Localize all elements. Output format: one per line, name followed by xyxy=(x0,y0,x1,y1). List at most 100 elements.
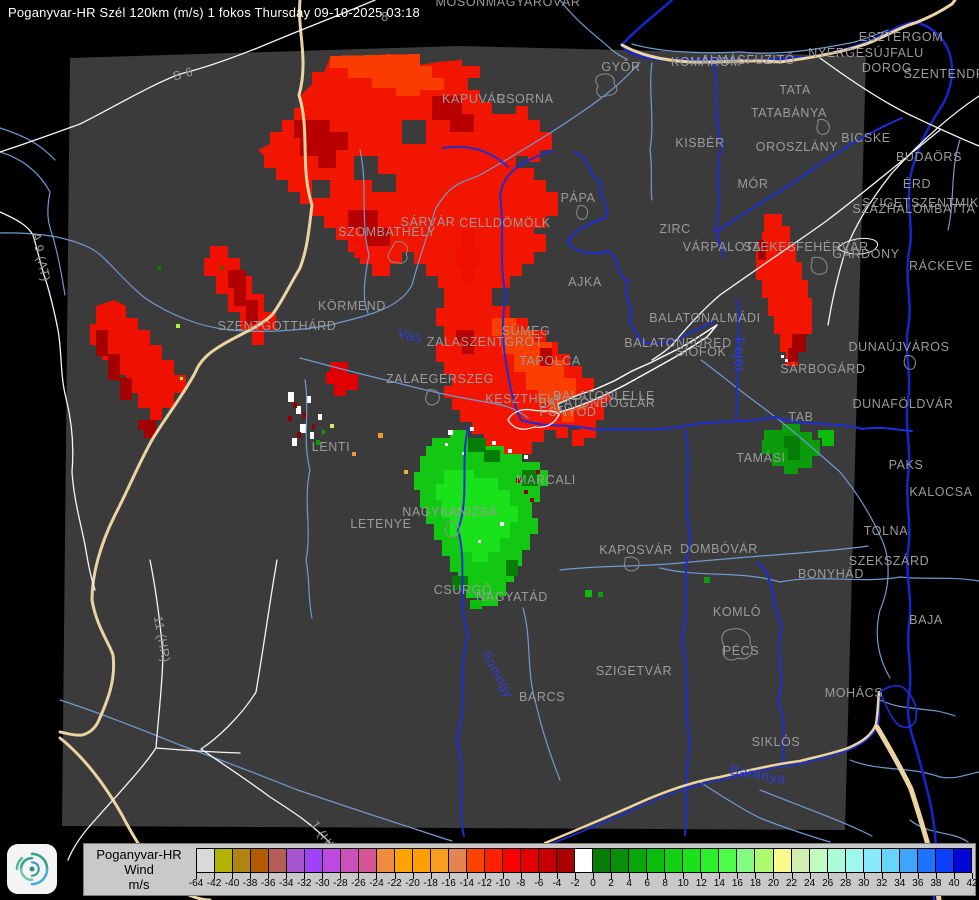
map-label: SZÁZHALOMBATTA xyxy=(852,201,975,216)
scale-cell xyxy=(862,849,881,872)
map-label: BUDAÖRS xyxy=(896,150,962,164)
legend-product-name: Poganyvar-HR xyxy=(96,847,182,862)
scale-tick-label: -20 xyxy=(405,878,420,889)
scale-tick-label: 28 xyxy=(840,878,852,889)
scale-tick-label: -4 xyxy=(552,878,562,889)
scale-tick-label: -38 xyxy=(242,878,258,889)
legend-unit: m/s xyxy=(128,877,150,892)
scale-tick-label: -16 xyxy=(441,878,456,889)
map-label: DUNAFÖLDVÁR xyxy=(852,396,953,411)
scale-cell xyxy=(592,849,611,872)
scale-cell xyxy=(520,849,539,872)
scale-tick-label: 22 xyxy=(785,878,798,889)
scale-cell xyxy=(898,849,917,872)
scale-cell xyxy=(448,849,467,872)
scale-cell xyxy=(466,849,485,872)
scale-cell xyxy=(628,849,647,872)
scale-tick-label: -28 xyxy=(333,878,348,889)
scale-cell xyxy=(952,849,971,872)
map-label: BICSKE xyxy=(841,131,890,145)
scale-tick-label: -26 xyxy=(351,878,366,889)
scale-tick-label: -22 xyxy=(387,878,402,889)
scale-tick-label: 40 xyxy=(948,878,960,889)
map-label: CSORNA xyxy=(496,92,553,106)
color-scale-cells xyxy=(196,848,972,873)
color-scale-labels: -64 -42 -40 -38 -36 -34 -32 -30 -28 -26 -24 -22 -20-… xyxy=(189,878,978,892)
map-label: BALATONALMÁDI xyxy=(649,310,761,325)
map-label: SZIGETVÁR xyxy=(596,663,672,678)
legend-variable: Wind xyxy=(124,862,154,877)
scale-tick-label: 32 xyxy=(876,878,888,889)
scale-tick-label: -42 xyxy=(206,878,222,889)
map-label: ESZTERGOM xyxy=(859,30,944,44)
map-label: TAPOLCA xyxy=(519,354,581,368)
scale-tick-label: 38 xyxy=(930,878,942,889)
scale-cell xyxy=(844,849,863,872)
map-label: Fejér xyxy=(732,338,748,373)
scale-tick-label: 34 xyxy=(894,878,906,889)
scale-tick-label: 0 xyxy=(590,878,596,889)
scale-cell xyxy=(268,849,287,872)
scale-tick-label: 18 xyxy=(749,878,761,889)
scale-tick-label: -32 xyxy=(297,878,312,889)
scale-cell xyxy=(214,849,233,872)
map-label: OROSZLÁNY xyxy=(756,139,839,154)
legend-panel: Poganyvar-HR Wind m/s -64 -42 -40 -38 -36 -34… xyxy=(83,843,978,896)
scale-tick-label: 24 xyxy=(804,878,816,889)
scale-cell xyxy=(610,849,629,872)
map-label: BARCS xyxy=(519,690,565,704)
scale-cell xyxy=(197,849,215,872)
map-label: BONYHÁD xyxy=(798,566,864,581)
map-label: PÉCS xyxy=(723,643,759,658)
map-label: MÓR xyxy=(738,176,769,191)
scale-cell xyxy=(664,849,683,872)
wind-spiral-icon xyxy=(15,852,49,886)
scale-cell xyxy=(826,849,845,872)
scale-cell xyxy=(322,849,341,872)
map-label: ÉRD xyxy=(903,176,931,191)
map-label: MOSONMAGYARÓVÁR xyxy=(436,0,581,9)
scale-cell xyxy=(430,849,449,872)
scale-cell xyxy=(808,849,827,872)
map-label: RÁCKEVE xyxy=(909,258,973,273)
map-label: KOMLÓ xyxy=(713,604,761,619)
scale-cell xyxy=(700,849,719,872)
map-label: CELLDÖMÖLK xyxy=(459,216,551,230)
scale-tick-label: -36 xyxy=(260,878,276,889)
map-label: FONYÓD xyxy=(539,404,596,419)
scale-tick-label: -18 xyxy=(423,878,438,889)
scale-cell xyxy=(682,849,701,872)
map-label: ZIRC xyxy=(659,222,691,236)
map-label: ALMÁSFÜZITŐ xyxy=(701,52,795,67)
scale-cell xyxy=(340,849,359,872)
map-label: TOLNA xyxy=(864,524,909,538)
map-label: SZOMBATHELY xyxy=(338,225,436,239)
scale-cell xyxy=(736,849,755,872)
map-label: SZEKSZÁRD xyxy=(849,553,929,568)
scale-tick-label: -10 xyxy=(495,878,511,889)
map-label: ZALASZENTGRÓT xyxy=(427,334,543,349)
scale-cell xyxy=(772,849,791,872)
scale-cell xyxy=(484,849,503,872)
map-label: PÁPA xyxy=(561,190,596,205)
scale-tick-label: -40 xyxy=(224,878,240,889)
scale-tick-label: 30 xyxy=(858,878,870,889)
scale-tick-label: -8 xyxy=(516,878,526,889)
weather-app-logo xyxy=(7,844,57,894)
scale-cell xyxy=(754,849,773,872)
scale-cell xyxy=(790,849,809,872)
scale-cell xyxy=(376,849,395,872)
product-title: Poganyvar-HR Szél 120km (m/s) 1 fokos Th… xyxy=(8,5,420,20)
scale-tick-label: -30 xyxy=(315,878,330,889)
map-label: KÖRMEND xyxy=(318,299,386,313)
map-label: BAJA xyxy=(909,613,943,627)
map-label: SÁRBOGÁRD xyxy=(780,361,865,376)
map-label: SIKLÓS xyxy=(752,734,801,749)
scale-tick-label: -14 xyxy=(459,878,474,889)
scale-tick-label: 10 xyxy=(677,878,689,889)
scale-cell xyxy=(358,849,377,872)
map-label: SZENTGOTTHÁRD xyxy=(218,318,337,333)
map-label: MARCALI xyxy=(516,473,576,487)
map-label: PAKS xyxy=(889,458,924,472)
scale-cell xyxy=(916,849,935,872)
